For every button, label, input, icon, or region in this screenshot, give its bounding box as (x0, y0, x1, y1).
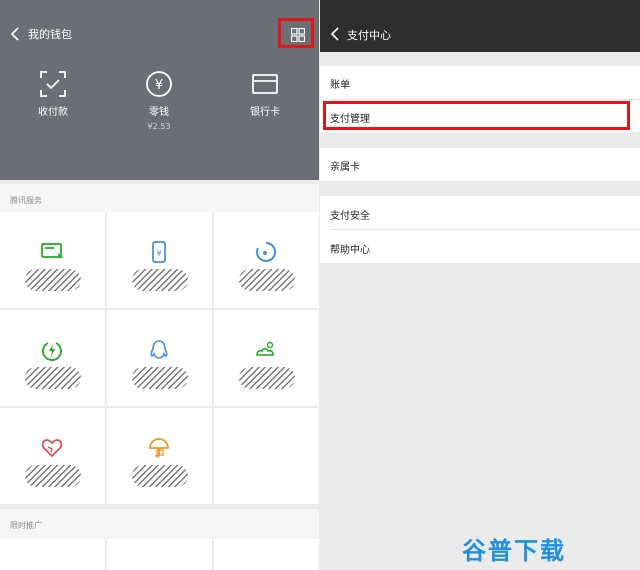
payment-security-menu-item[interactable]: 支付安全 (320, 197, 640, 229)
obscured-label (25, 367, 81, 389)
utilities-icon (42, 342, 62, 361)
obscured-label (239, 269, 295, 291)
service-tile[interactable]: ¥ (107, 212, 212, 308)
promo-tile[interactable] (0, 538, 105, 570)
obscured-label (132, 367, 188, 389)
service-tile[interactable] (0, 310, 105, 406)
watermark-logo: 谷普下载 (462, 537, 566, 565)
payment-code-button[interactable]: 收付款 (0, 66, 106, 118)
obscured-label (25, 465, 81, 487)
back-arrow-icon[interactable] (8, 24, 24, 44)
obscured-label (132, 269, 188, 291)
wealth-management-icon (256, 241, 277, 262)
section-header-limited-promo: 限时推广 (0, 509, 319, 537)
mobile-topup-icon: ¥ (152, 241, 166, 263)
svg-text:¥: ¥ (156, 249, 161, 258)
family-card-menu-item[interactable]: 亲属卡 (320, 148, 640, 180)
scan-pay-icon (40, 71, 66, 97)
insurance-umbrella-icon (149, 438, 169, 458)
back-arrow-icon[interactable] (328, 24, 344, 44)
service-tile[interactable] (107, 310, 212, 406)
service-tile[interactable] (214, 310, 319, 406)
page-title: 支付中心 (347, 29, 391, 42)
section-title: 腾讯服务 (10, 196, 42, 205)
wallet-header: 我的钱包 收付款 ¥ 零钱 ¥2.53 银行卡 (0, 0, 319, 180)
qq-penguin-icon (150, 340, 168, 359)
service-tile[interactable] (107, 408, 212, 504)
menu-item-label: 账单 (330, 80, 350, 91)
change-balance-button[interactable]: ¥ 零钱 ¥2.53 (106, 66, 212, 131)
wallet-panel: 我的钱包 收付款 ¥ 零钱 ¥2.53 银行卡 腾讯服务 ¥ 限时推广 (0, 0, 319, 570)
grid-menu-button[interactable] (278, 18, 314, 48)
grid-icon (291, 28, 305, 42)
page-title: 我的钱包 (28, 28, 72, 41)
obscured-label (239, 367, 295, 389)
bank-card-icon (252, 74, 278, 94)
payment-code-label: 收付款 (38, 107, 68, 118)
service-tile[interactable] (214, 212, 319, 308)
obscured-label (132, 465, 188, 487)
menu-item-label: 帮助中心 (330, 245, 370, 256)
svg-text:¥: ¥ (155, 78, 163, 93)
promo-tile[interactable] (107, 538, 212, 570)
menu-group: 亲属卡 (320, 148, 640, 181)
city-service-icon (256, 341, 274, 356)
payment-center-nav-bar: 支付中心 (320, 0, 640, 52)
highlight-box (323, 101, 630, 130)
wallet-nav-bar: 我的钱包 (0, 0, 319, 66)
bill-menu-item[interactable]: 账单 (320, 66, 640, 98)
section-title: 限时推广 (10, 521, 42, 530)
charity-heart-icon (41, 439, 63, 458)
change-label: 零钱 (149, 107, 169, 118)
divider (330, 229, 640, 230)
yuan-coin-icon: ¥ (146, 71, 172, 97)
promo-row (0, 537, 319, 570)
section-header-tencent-services: 腾讯服务 (0, 184, 319, 212)
menu-item-label: 支付安全 (330, 211, 370, 222)
credit-card-repay-icon (41, 243, 63, 259)
service-grid: ¥ (0, 212, 319, 505)
menu-group: 支付安全 帮助中心 (320, 196, 640, 263)
promo-tile[interactable] (214, 538, 319, 570)
service-tile[interactable] (0, 408, 105, 504)
empty-tile (214, 408, 319, 504)
service-tile[interactable] (0, 212, 105, 308)
menu-item-label: 亲属卡 (330, 162, 360, 173)
help-center-menu-item[interactable]: 帮助中心 (320, 231, 640, 263)
payment-center-panel: 支付中心 账单 支付管理 亲属卡 支付安全 帮助中心 (320, 0, 640, 570)
obscured-label (25, 269, 81, 291)
bank-card-button[interactable]: 银行卡 (212, 66, 318, 118)
change-balance-value: ¥2.53 (147, 122, 171, 131)
bank-card-label: 银行卡 (250, 107, 280, 118)
